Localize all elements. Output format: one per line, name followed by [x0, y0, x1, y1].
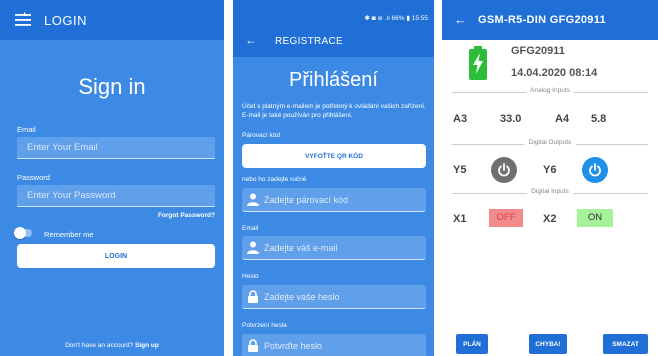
login-heading: Přihlášení [289, 69, 378, 91]
y5-power-button[interactable] [491, 157, 517, 183]
delete-button[interactable]: SMAZAT [603, 334, 648, 354]
reg-email-placeholder: Zadejte váš e-mail [264, 243, 338, 253]
power-icon [498, 163, 510, 177]
back-arrow-icon[interactable]: ← [245, 33, 257, 47]
x1-label: X1 [453, 213, 467, 225]
reg-email-label: Email [242, 225, 259, 232]
email-label: Email [17, 125, 36, 134]
scan-qr-button[interactable]: VYFOŤTE QR KÓD [242, 144, 426, 168]
a4-label: A4 [555, 113, 570, 125]
plan-button[interactable]: PLÁN [456, 334, 488, 354]
error-button[interactable]: CHYBA! [529, 334, 567, 354]
device-title: GSM-R5-DIN GFG20911 [478, 14, 606, 26]
device-name: GFG20911 [511, 45, 565, 57]
pair-code-label: Párovací kód [242, 132, 280, 139]
confirm-password-input[interactable]: Potvrďte heslo [242, 334, 426, 356]
a4-value: 5.8 [591, 113, 607, 125]
no-account-text: Don't have an account? [65, 342, 134, 349]
sign-in-heading: Sign in [78, 74, 146, 99]
y6-label: Y6 [543, 164, 557, 176]
email-input[interactable] [17, 137, 215, 159]
password-input[interactable] [17, 185, 215, 207]
device-screen: ← GSM-R5-DIN GFG20911 GFG20911 14.04.202… [442, 0, 658, 356]
remember-me-toggle[interactable] [14, 227, 32, 239]
y5-label: Y5 [453, 164, 467, 176]
pair-code-placeholder: Zadejte párovací kód [264, 195, 349, 205]
forgot-password-link[interactable]: Forgot Password? [158, 212, 215, 219]
person-icon [247, 193, 259, 206]
remember-me-label: Remember me [44, 230, 94, 239]
a3-label: A3 [453, 113, 468, 125]
a3-value: 33.0 [500, 113, 522, 125]
registration-screen: ✱ ◙ ⊜ .ıl 66% ▮ 15:55 ← REGISTRACE Přihl… [233, 0, 434, 356]
x2-state-badge: ON [577, 209, 613, 227]
sign-up-link[interactable]: Sign up [135, 342, 159, 349]
or-manual-label: nebo ho zadejte ručně [242, 176, 307, 183]
menu-icon[interactable] [14, 12, 32, 28]
login-button[interactable]: LOGIN [17, 244, 215, 268]
confirm-password-label: Potvrzení hesla [242, 322, 287, 329]
power-icon [589, 163, 601, 177]
registration-title: REGISTRACE [275, 36, 344, 47]
lock-icon [247, 290, 259, 303]
status-bar: ✱ ◙ ⊜ .ıl 66% ▮ 15:55 [233, 0, 434, 27]
reg-password-input[interactable]: Zadejte vaše heslo [242, 285, 426, 309]
login-app-bar [0, 0, 224, 40]
status-bar-text: ✱ ◙ ⊜ .ıl 66% ▮ 15:55 [364, 15, 428, 22]
device-datetime: 14.04.2020 08:14 [511, 67, 598, 79]
reg-password-label: Heslo [242, 273, 259, 280]
back-arrow-icon[interactable]: ← [454, 12, 467, 27]
digital-inputs-title: Digital Inputs [527, 188, 573, 195]
login-screen: LOGIN Sign in Email Password Forgot Pass… [0, 0, 224, 356]
lock-icon [247, 339, 259, 352]
digital-outputs-title: Digital Outputs [524, 139, 576, 146]
login-title: LOGIN [44, 13, 87, 28]
confirm-password-placeholder: Potvrďte heslo [264, 341, 323, 351]
x1-state-badge: OFF [489, 209, 523, 227]
reg-email-input[interactable]: Zadejte váš e-mail [242, 236, 426, 260]
digital-inputs-divider: Digital Inputs [452, 188, 648, 198]
password-label: Password [17, 173, 50, 182]
digital-outputs-divider: Digital Outputs [452, 139, 648, 149]
person-icon [247, 241, 259, 254]
analog-inputs-title: Analog Inputs [526, 87, 574, 94]
registration-description: Účet s platným e-mailem je potřebný k ov… [242, 103, 426, 119]
analog-inputs-divider: Analog Inputs [452, 87, 648, 97]
x2-label: X2 [543, 213, 557, 225]
battery-charging-icon [468, 46, 488, 80]
pair-code-input[interactable]: Zadejte párovací kód [242, 188, 426, 212]
signup-prompt: Don't have an account? Sign up [0, 342, 224, 349]
reg-password-placeholder: Zadejte vaše heslo [264, 292, 340, 302]
y6-power-button[interactable] [582, 157, 608, 183]
